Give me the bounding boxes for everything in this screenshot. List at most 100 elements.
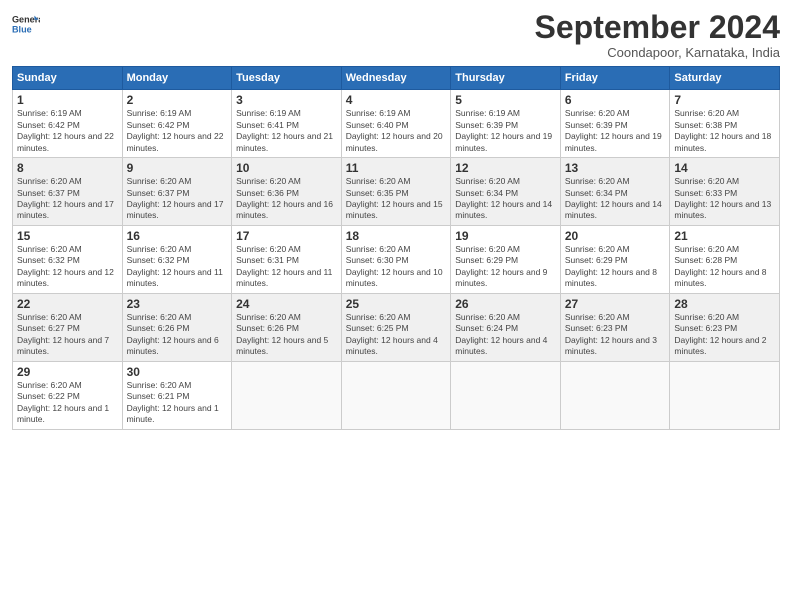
sunset-label: Sunset: 6:36 PM [236, 188, 299, 198]
day-number: 2 [127, 93, 228, 107]
location-subtitle: Coondapoor, Karnataka, India [535, 45, 780, 60]
daylight-label: Daylight: 12 hours and 1 minute. [17, 403, 109, 424]
day-number: 5 [455, 93, 556, 107]
calendar-cell: 20 Sunrise: 6:20 AM Sunset: 6:29 PM Dayl… [560, 225, 670, 293]
day-info: Sunrise: 6:20 AM Sunset: 6:25 PM Dayligh… [346, 312, 447, 358]
day-info: Sunrise: 6:20 AM Sunset: 6:26 PM Dayligh… [236, 312, 337, 358]
calendar-cell [341, 361, 451, 429]
day-number: 8 [17, 161, 118, 175]
day-number: 21 [674, 229, 775, 243]
sunset-label: Sunset: 6:24 PM [455, 323, 518, 333]
calendar-row-4: 22 Sunrise: 6:20 AM Sunset: 6:27 PM Dayl… [13, 293, 780, 361]
daylight-label: Daylight: 12 hours and 3 minutes. [565, 335, 657, 356]
day-info: Sunrise: 6:20 AM Sunset: 6:35 PM Dayligh… [346, 176, 447, 222]
calendar-cell: 12 Sunrise: 6:20 AM Sunset: 6:34 PM Dayl… [451, 158, 561, 226]
sunset-label: Sunset: 6:35 PM [346, 188, 409, 198]
daylight-label: Daylight: 12 hours and 8 minutes. [674, 267, 766, 288]
calendar-cell: 22 Sunrise: 6:20 AM Sunset: 6:27 PM Dayl… [13, 293, 123, 361]
calendar-cell: 14 Sunrise: 6:20 AM Sunset: 6:33 PM Dayl… [670, 158, 780, 226]
daylight-label: Daylight: 12 hours and 15 minutes. [346, 199, 443, 220]
daylight-label: Daylight: 12 hours and 6 minutes. [127, 335, 219, 356]
sunset-label: Sunset: 6:39 PM [455, 120, 518, 130]
day-number: 18 [346, 229, 447, 243]
daylight-label: Daylight: 12 hours and 22 minutes. [17, 131, 114, 152]
daylight-label: Daylight: 12 hours and 12 minutes. [17, 267, 114, 288]
calendar-cell: 3 Sunrise: 6:19 AM Sunset: 6:41 PM Dayli… [232, 90, 342, 158]
calendar-cell: 19 Sunrise: 6:20 AM Sunset: 6:29 PM Dayl… [451, 225, 561, 293]
sunrise-label: Sunrise: 6:20 AM [565, 312, 630, 322]
daylight-label: Daylight: 12 hours and 19 minutes. [565, 131, 662, 152]
day-number: 30 [127, 365, 228, 379]
calendar-cell: 1 Sunrise: 6:19 AM Sunset: 6:42 PM Dayli… [13, 90, 123, 158]
day-info: Sunrise: 6:19 AM Sunset: 6:41 PM Dayligh… [236, 108, 337, 154]
day-number: 25 [346, 297, 447, 311]
sunset-label: Sunset: 6:25 PM [346, 323, 409, 333]
svg-text:Blue: Blue [12, 24, 32, 34]
day-info: Sunrise: 6:20 AM Sunset: 6:39 PM Dayligh… [565, 108, 666, 154]
sunset-label: Sunset: 6:23 PM [565, 323, 628, 333]
sunset-label: Sunset: 6:41 PM [236, 120, 299, 130]
daylight-label: Daylight: 12 hours and 22 minutes. [127, 131, 224, 152]
header-sunday: Sunday [13, 67, 123, 90]
sunset-label: Sunset: 6:39 PM [565, 120, 628, 130]
day-info: Sunrise: 6:20 AM Sunset: 6:29 PM Dayligh… [565, 244, 666, 290]
sunrise-label: Sunrise: 6:20 AM [565, 108, 630, 118]
calendar-cell: 8 Sunrise: 6:20 AM Sunset: 6:37 PM Dayli… [13, 158, 123, 226]
calendar-table: Sunday Monday Tuesday Wednesday Thursday… [12, 66, 780, 429]
day-number: 16 [127, 229, 228, 243]
day-number: 19 [455, 229, 556, 243]
sunrise-label: Sunrise: 6:20 AM [565, 176, 630, 186]
day-info: Sunrise: 6:20 AM Sunset: 6:27 PM Dayligh… [17, 312, 118, 358]
page-container: General Blue September 2024 Coondapoor, … [0, 0, 792, 440]
calendar-row-2: 8 Sunrise: 6:20 AM Sunset: 6:37 PM Dayli… [13, 158, 780, 226]
calendar-cell [560, 361, 670, 429]
sunset-label: Sunset: 6:42 PM [127, 120, 190, 130]
day-info: Sunrise: 6:20 AM Sunset: 6:37 PM Dayligh… [17, 176, 118, 222]
day-info: Sunrise: 6:20 AM Sunset: 6:38 PM Dayligh… [674, 108, 775, 154]
calendar-cell [451, 361, 561, 429]
daylight-label: Daylight: 12 hours and 16 minutes. [236, 199, 333, 220]
sunrise-label: Sunrise: 6:20 AM [674, 244, 739, 254]
header-tuesday: Tuesday [232, 67, 342, 90]
daylight-label: Daylight: 12 hours and 18 minutes. [674, 131, 771, 152]
day-info: Sunrise: 6:20 AM Sunset: 6:23 PM Dayligh… [565, 312, 666, 358]
sunset-label: Sunset: 6:42 PM [17, 120, 80, 130]
sunrise-label: Sunrise: 6:20 AM [565, 244, 630, 254]
sunrise-label: Sunrise: 6:20 AM [17, 176, 82, 186]
sunrise-label: Sunrise: 6:20 AM [127, 380, 192, 390]
day-info: Sunrise: 6:20 AM Sunset: 6:24 PM Dayligh… [455, 312, 556, 358]
daylight-label: Daylight: 12 hours and 9 minutes. [455, 267, 547, 288]
sunset-label: Sunset: 6:38 PM [674, 120, 737, 130]
day-number: 24 [236, 297, 337, 311]
day-info: Sunrise: 6:20 AM Sunset: 6:21 PM Dayligh… [127, 380, 228, 426]
day-number: 29 [17, 365, 118, 379]
sunrise-label: Sunrise: 6:20 AM [127, 176, 192, 186]
calendar-cell [232, 361, 342, 429]
sunrise-label: Sunrise: 6:20 AM [674, 108, 739, 118]
sunset-label: Sunset: 6:29 PM [455, 255, 518, 265]
day-info: Sunrise: 6:20 AM Sunset: 6:34 PM Dayligh… [455, 176, 556, 222]
sunset-label: Sunset: 6:31 PM [236, 255, 299, 265]
day-number: 22 [17, 297, 118, 311]
sunrise-label: Sunrise: 6:20 AM [346, 312, 411, 322]
daylight-label: Daylight: 12 hours and 13 minutes. [674, 199, 771, 220]
sunrise-label: Sunrise: 6:20 AM [236, 244, 301, 254]
sunset-label: Sunset: 6:32 PM [17, 255, 80, 265]
sunrise-label: Sunrise: 6:20 AM [17, 380, 82, 390]
weekday-header-row: Sunday Monday Tuesday Wednesday Thursday… [13, 67, 780, 90]
daylight-label: Daylight: 12 hours and 14 minutes. [565, 199, 662, 220]
calendar-row-3: 15 Sunrise: 6:20 AM Sunset: 6:32 PM Dayl… [13, 225, 780, 293]
calendar-cell: 11 Sunrise: 6:20 AM Sunset: 6:35 PM Dayl… [341, 158, 451, 226]
daylight-label: Daylight: 12 hours and 1 minute. [127, 403, 219, 424]
sunset-label: Sunset: 6:29 PM [565, 255, 628, 265]
day-info: Sunrise: 6:20 AM Sunset: 6:34 PM Dayligh… [565, 176, 666, 222]
calendar-cell: 9 Sunrise: 6:20 AM Sunset: 6:37 PM Dayli… [122, 158, 232, 226]
sunrise-label: Sunrise: 6:20 AM [127, 244, 192, 254]
day-number: 9 [127, 161, 228, 175]
sunset-label: Sunset: 6:40 PM [346, 120, 409, 130]
calendar-cell: 13 Sunrise: 6:20 AM Sunset: 6:34 PM Dayl… [560, 158, 670, 226]
day-info: Sunrise: 6:20 AM Sunset: 6:26 PM Dayligh… [127, 312, 228, 358]
calendar-cell: 10 Sunrise: 6:20 AM Sunset: 6:36 PM Dayl… [232, 158, 342, 226]
day-info: Sunrise: 6:20 AM Sunset: 6:32 PM Dayligh… [17, 244, 118, 290]
daylight-label: Daylight: 12 hours and 11 minutes. [127, 267, 223, 288]
